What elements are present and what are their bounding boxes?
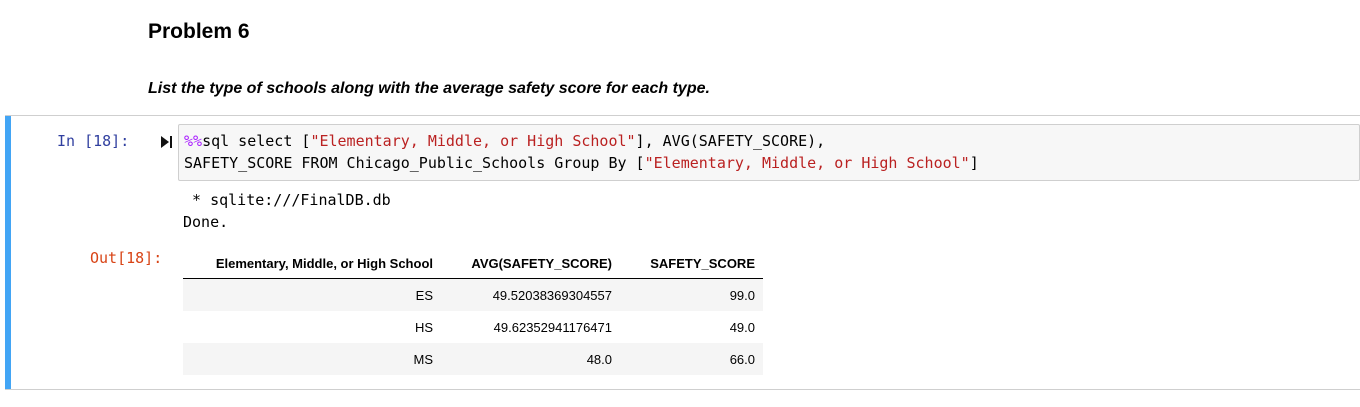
stream-output: * sqlite:///FinalDB.db Done.	[183, 191, 391, 231]
cell-selection-bar	[5, 116, 11, 389]
safety-score-cell: 99.0	[729, 287, 755, 303]
table-row: HS 49.62352941176471 49.0	[183, 311, 763, 343]
code-line-2-suffix: ]	[969, 154, 979, 172]
code-line-2-prefix: SAFETY_SCORE FROM Chicago_Public_Schools…	[184, 154, 645, 172]
code-line-1-suffix: ], AVG(SAFETY_SCORE),	[635, 132, 826, 150]
notebook-page: Problem 6 List the type of schools along…	[0, 0, 1360, 407]
table-header-row: Elementary, Middle, or High School AVG(S…	[183, 249, 763, 279]
table-row: MS 48.0 66.0	[183, 343, 763, 375]
school-type-cell: MS	[413, 351, 434, 367]
column-header-school-type: Elementary, Middle, or High School	[183, 249, 441, 279]
column-header-safety-score: SAFETY_SCORE	[620, 249, 763, 279]
input-prompt: In [18]:	[57, 132, 130, 150]
column-header-average-safety-score: AVG(SAFETY_SCORE)	[441, 249, 620, 279]
school-type-cell: HS	[414, 319, 433, 335]
table-header: Elementary, Middle, or High School AVG(S…	[183, 249, 763, 279]
average-safety-score-cell: 49.62352941176471	[493, 319, 612, 335]
safety-score-cell: 66.0	[729, 351, 755, 367]
school-type-cell: ES	[415, 287, 433, 303]
problem-prompt: List the type of schools along with the …	[148, 80, 710, 97]
average-safety-score-cell: 48.0	[586, 351, 612, 367]
code-editor[interactable]: %%sql select ["Elementary, Middle, or Hi…	[178, 124, 1360, 181]
table-body: ES 49.52038369304557 99.0 HS 49.62352941…	[183, 278, 763, 375]
problem-title: Problem 6	[148, 20, 250, 43]
query-result-table: Elementary, Middle, or High School AVG(S…	[183, 249, 763, 375]
sql-magic-token: %%	[184, 132, 203, 150]
code-line-1-string: "Elementary, Middle, or High School"	[310, 132, 636, 150]
code-cell[interactable]: In [18]: %%sql select ["Elementary, Midd…	[5, 115, 1360, 390]
run-cell-icon[interactable]	[159, 135, 173, 149]
safety-score-cell: 49.0	[729, 319, 755, 335]
output-prompt: Out[18]:	[90, 249, 163, 267]
code-line-2-string: "Elementary, Middle, or High School"	[644, 154, 970, 172]
table-row: ES 49.52038369304557 99.0	[183, 278, 763, 311]
code-line-1-prefix: sql select [	[202, 132, 311, 150]
average-safety-score-cell: 49.52038369304557	[492, 287, 612, 303]
